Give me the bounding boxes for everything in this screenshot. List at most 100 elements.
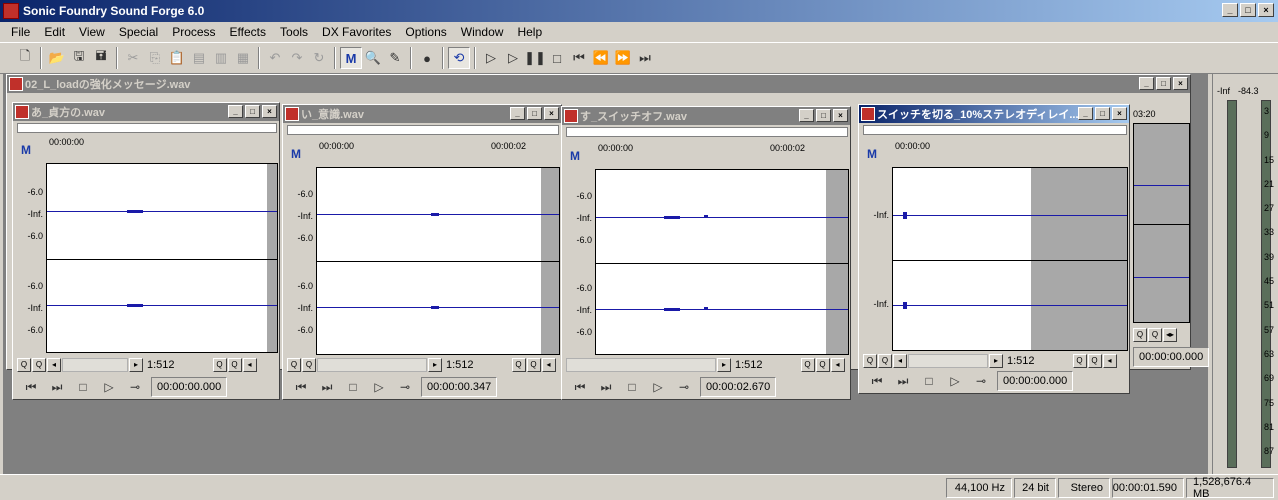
zoom-in-icon[interactable]: Q	[511, 358, 526, 372]
menu-special[interactable]: Special	[112, 25, 165, 39]
horizontal-scrollbar[interactable]	[62, 358, 128, 372]
cut-icon[interactable]: ✂	[122, 47, 144, 69]
stop-icon[interactable]: □	[546, 47, 568, 69]
zoom-in-icon[interactable]: Q	[17, 358, 31, 372]
play-looped-icon[interactable]: ⊸	[395, 380, 415, 394]
edit-tool-icon[interactable]: M	[867, 147, 877, 161]
zoom-in-icon[interactable]: Q	[1133, 328, 1147, 342]
go-start-icon[interactable]: ⏮	[570, 380, 590, 395]
minimize-button[interactable]: _	[228, 105, 243, 118]
maximize-button[interactable]: □	[245, 105, 260, 118]
copy-icon[interactable]: ⎘	[144, 47, 166, 69]
zoom-in-icon[interactable]: Q	[212, 358, 227, 372]
horizontal-scrollbar[interactable]	[317, 358, 427, 372]
pause-icon[interactable]: ❚❚	[524, 47, 546, 69]
data-window-4[interactable]: スイッチを切る_10%ステレオディレイ... _ □ × M 00:00:00 …	[858, 104, 1130, 394]
play-looped-icon[interactable]: ⊸	[125, 380, 145, 394]
menu-dx-favorites[interactable]: DX Favorites	[315, 25, 398, 39]
data-window-2[interactable]: い_意識.wav _ □ × M 00:00:00 00:00:02 -6.0 …	[282, 104, 562, 400]
go-end-icon[interactable]: ⏭	[596, 380, 616, 395]
paste-icon[interactable]: 📋	[166, 47, 188, 69]
horizontal-scrollbar[interactable]	[566, 358, 716, 372]
paste-special-icon[interactable]: ▤	[188, 47, 210, 69]
play-icon[interactable]: ▷	[648, 380, 668, 394]
overview-bar[interactable]	[863, 125, 1127, 135]
zoom-out-icon[interactable]: Q	[302, 358, 316, 372]
play-looped-icon[interactable]: ⊸	[674, 380, 694, 394]
scroll-right-icon[interactable]: ▸	[989, 354, 1003, 368]
zoom-out-icon[interactable]: Q	[1148, 328, 1162, 342]
menu-window[interactable]: Window	[454, 25, 511, 39]
zoom-out-icon[interactable]: Q	[815, 358, 830, 372]
repeat-icon[interactable]: ↻	[308, 47, 330, 69]
edit-tool-icon[interactable]: M	[291, 147, 301, 161]
stop-icon[interactable]: □	[919, 374, 939, 388]
edit-tool-icon[interactable]: M	[21, 143, 31, 157]
rewind-icon[interactable]: ⏪	[590, 47, 612, 69]
zoom-in-icon[interactable]: Q	[863, 354, 877, 368]
menu-effects[interactable]: Effects	[223, 25, 273, 39]
stop-icon[interactable]: □	[73, 380, 93, 394]
mix-icon[interactable]: ▥	[210, 47, 232, 69]
scroll-arrows-icon[interactable]: ◂	[830, 358, 845, 372]
play-looped-icon[interactable]: ⊸	[971, 374, 991, 388]
go-start-icon[interactable]: ⏮	[21, 380, 41, 395]
undo-icon[interactable]: ↶	[264, 47, 286, 69]
zoom-in-icon[interactable]: Q	[287, 358, 301, 372]
close-button[interactable]: ×	[262, 105, 277, 118]
scroll-arrows-icon[interactable]: ◂	[242, 358, 257, 372]
play-all-icon[interactable]: ▷	[480, 47, 502, 69]
menu-help[interactable]: Help	[510, 25, 549, 39]
close-button[interactable]: ×	[833, 109, 848, 122]
stop-icon[interactable]: □	[622, 380, 642, 394]
menu-view[interactable]: View	[72, 25, 112, 39]
close-button[interactable]: ×	[544, 107, 559, 120]
data-window-1[interactable]: あ_貞方の.wav _ □ × M 00:00:00 -6.0 -Inf. -6…	[12, 102, 280, 400]
waveform-canvas[interactable]	[1133, 123, 1190, 323]
crop-icon[interactable]: ▦	[232, 47, 254, 69]
zoom-in-icon[interactable]: Q	[800, 358, 815, 372]
go-end-icon[interactable]: ⏭	[317, 380, 337, 395]
minimize-button[interactable]: _	[799, 109, 814, 122]
open-icon[interactable]: 📂	[46, 47, 68, 69]
menu-edit[interactable]: Edit	[37, 25, 72, 39]
horizontal-scrollbar[interactable]	[908, 354, 988, 368]
overview-bar[interactable]	[17, 123, 277, 133]
waveform-canvas[interactable]	[316, 167, 560, 355]
scroll-arrows-icon[interactable]: ◂	[541, 358, 556, 372]
minimize-button[interactable]: _	[1222, 3, 1238, 17]
menu-tools[interactable]: Tools	[273, 25, 315, 39]
maximize-button[interactable]: □	[527, 107, 542, 120]
scroll-right-icon[interactable]: ▸	[129, 358, 143, 372]
play-icon[interactable]: ▷	[945, 374, 965, 388]
close-button[interactable]: ×	[1112, 107, 1127, 120]
overview-bar[interactable]	[287, 125, 559, 135]
zoom-in-icon[interactable]: Q	[1072, 354, 1087, 368]
scroll-right-icon[interactable]: ▸	[717, 358, 731, 372]
loop-icon[interactable]: ⟲	[448, 47, 470, 69]
menu-file[interactable]: File	[4, 25, 37, 39]
go-end-icon[interactable]: ⏭	[893, 374, 913, 389]
go-start-icon[interactable]: ⏮	[867, 374, 887, 389]
zoom-out-icon[interactable]: Q	[878, 354, 892, 368]
maximize-button[interactable]: □	[816, 109, 831, 122]
waveform-canvas[interactable]	[892, 167, 1128, 351]
record-icon[interactable]: ●	[416, 47, 438, 69]
data-window-3[interactable]: す_スイッチオフ.wav _ □ × M 00:00:00 00:00:02 -…	[561, 106, 851, 400]
edit-tool-icon[interactable]: M	[570, 149, 580, 163]
waveform-canvas[interactable]	[595, 169, 849, 355]
save-icon[interactable]: 🖫	[68, 47, 90, 69]
waveform-canvas[interactable]	[46, 163, 278, 353]
edit-tool-icon[interactable]: M	[340, 47, 362, 69]
play-icon[interactable]: ▷	[99, 380, 119, 394]
scroll-right-icon[interactable]: ▸	[428, 358, 442, 372]
save-all-icon[interactable]: 🖬	[90, 47, 112, 69]
minimize-button[interactable]: _	[510, 107, 525, 120]
scroll-left-icon[interactable]: ◂	[47, 358, 61, 372]
overview-bar[interactable]	[566, 127, 848, 137]
go-end-icon[interactable]: ⏭	[634, 47, 656, 69]
go-start-icon[interactable]: ⏮	[291, 380, 311, 395]
play-icon[interactable]: ▷	[502, 47, 524, 69]
play-icon[interactable]: ▷	[369, 380, 389, 394]
maximize-button[interactable]: □	[1156, 77, 1171, 90]
